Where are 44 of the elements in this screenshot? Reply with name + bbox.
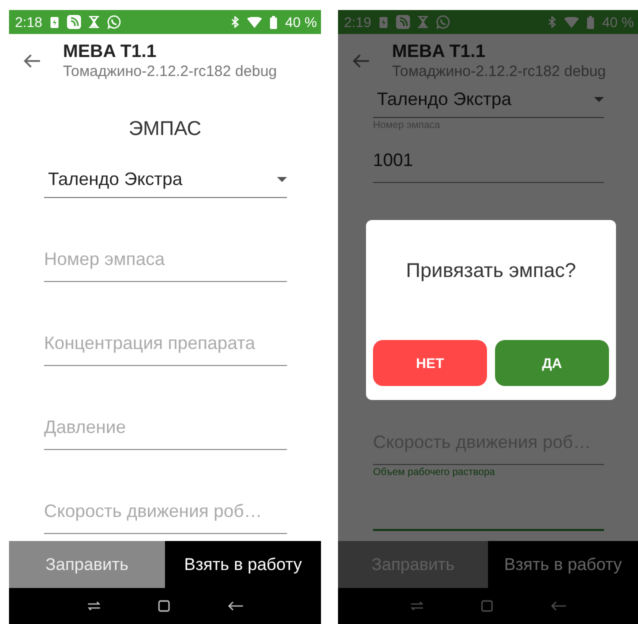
phone-bubble-icon (436, 15, 450, 29)
app-subtitle: Томаджино-2.12.2-rc182 debug (63, 62, 277, 82)
phone-bubble-icon (107, 15, 122, 29)
home-icon[interactable] (158, 600, 170, 612)
hourglass-icon (418, 16, 428, 28)
wifi-icon (247, 16, 262, 28)
input-field[interactable]: Давление (44, 410, 287, 450)
battery-level: 40 % (602, 12, 634, 32)
take-to-work-button[interactable]: Взять в работу (488, 541, 638, 588)
dropdown-value: Талендо Экстра (377, 88, 512, 111)
field-label: Объем рабочего раствора (373, 466, 496, 480)
wifi-icon (564, 16, 580, 28)
battery-charging-icon (50, 16, 60, 28)
no-button[interactable]: НЕТ (373, 340, 487, 386)
battery-charging-icon (379, 16, 388, 28)
bluetooth-icon (548, 16, 556, 28)
dropdown-field[interactable]: Талендо Экстра (44, 162, 287, 198)
dropdown-field[interactable]: Талендо Экстра (373, 82, 604, 118)
back-arrow-icon[interactable] (23, 54, 41, 68)
app-title: MEBA T1.1 (392, 40, 486, 62)
battery-icon (587, 16, 594, 28)
back-icon[interactable] (228, 601, 242, 611)
screen-heading: ЭМПАС (128, 117, 202, 142)
back-arrow-icon[interactable] (352, 54, 370, 68)
app-notification-icon (396, 15, 410, 29)
battery-icon (270, 16, 278, 28)
input-field[interactable]: Концентрация препарата (44, 326, 287, 366)
input-field[interactable]: Скорость движения роб… (44, 494, 287, 534)
bluetooth-icon (231, 16, 240, 28)
app-title: MEBA T1.1 (63, 40, 158, 62)
battery-level: 40 % (285, 12, 317, 32)
hourglass-icon (89, 16, 100, 28)
dropdown-value: Талендо Экстра (48, 168, 182, 191)
input-field[interactable]: 1001 (373, 143, 604, 183)
recent-apps-icon[interactable] (88, 601, 100, 611)
take-to-work-button[interactable]: Взять в работу (165, 541, 321, 588)
input-field[interactable]: Номер эмпаса (44, 242, 287, 282)
dropdown-caret-icon (594, 97, 604, 102)
app-notification-icon (67, 15, 82, 29)
dropdown-caret-icon (277, 177, 287, 182)
yes-button[interactable]: ДА (495, 340, 609, 386)
status-time: 2:19 (344, 12, 372, 32)
dialog-message: Привязать эмпас? (405, 259, 577, 284)
status-time: 2:18 (15, 12, 42, 32)
